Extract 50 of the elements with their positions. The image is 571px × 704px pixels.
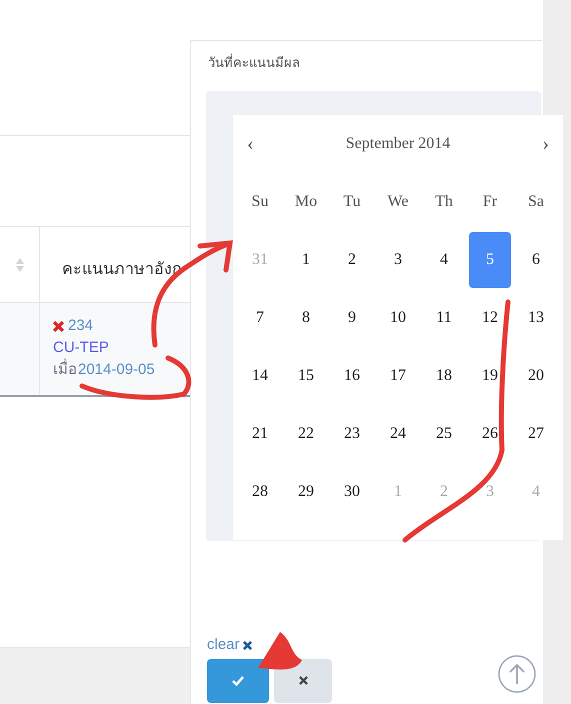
close-icon [298,676,308,685]
close-icon [53,320,64,332]
weekday-label: Mo [294,192,318,212]
day-cell[interactable]: 20 [515,348,557,404]
weekday-label: Sa [528,192,544,212]
confirm-button[interactable] [207,658,269,702]
day-cell[interactable]: 15 [285,348,327,404]
day-cell[interactable]: 1 [285,232,327,288]
day-cell[interactable]: 17 [377,348,419,404]
day-cell[interactable]: 21 [239,406,281,462]
day-cell[interactable]: 11 [423,290,465,346]
day-cell[interactable]: 4 [423,232,465,288]
day-cell[interactable]: 13 [515,290,557,346]
day-cell[interactable]: 2 [331,232,373,288]
day-cell[interactable]: 26 [469,406,511,462]
day-cell[interactable]: 25 [423,406,465,462]
day-cell[interactable]: 7 [239,290,281,346]
day-cell[interactable]: 3 [377,232,419,288]
field-label: วันที่คะแนนมีผล [208,53,300,72]
previous-month-button[interactable]: ‹ [247,129,277,159]
day-cell[interactable]: 23 [331,406,373,462]
day-cell[interactable]: 30 [331,464,373,520]
checkmark-icon [232,676,244,686]
weekday-label: Fr [482,192,498,212]
day-cell[interactable]: 24 [377,406,419,462]
month-title[interactable]: September 2014 [277,132,519,156]
weekday-label: Th [435,192,453,212]
scroll-to-top-icon[interactable] [497,654,537,694]
close-icon [242,640,252,650]
weekday-label: We [388,192,408,212]
day-cell[interactable]: 16 [331,348,373,404]
date-prefix: เมื่อ [53,359,77,381]
day-cell[interactable]: 19 [469,348,511,404]
day-cell[interactable]: 8 [285,290,327,346]
column-header[interactable]: คะแนนภาษาอังก [40,248,190,282]
day-cell[interactable]: 28 [239,464,281,520]
day-cell[interactable]: 27 [515,406,557,462]
score-text: 234 [68,316,94,336]
day-cell[interactable]: 14 [239,348,281,404]
test-name: CU-TEP [53,338,110,358]
day-cell[interactable]: 6 [515,232,557,288]
day-cell[interactable]: 22 [285,406,327,462]
day-cell[interactable]: 10 [377,290,419,346]
day-cell[interactable]: 12 [469,290,511,346]
day-cell[interactable]: 9 [331,290,373,346]
day-cell[interactable]: 29 [285,464,327,520]
next-month-button[interactable]: › [519,129,549,159]
weekday-label: Tu [343,192,361,212]
weekday-label: Su [252,192,268,212]
day-cell[interactable]: 18 [423,348,465,404]
